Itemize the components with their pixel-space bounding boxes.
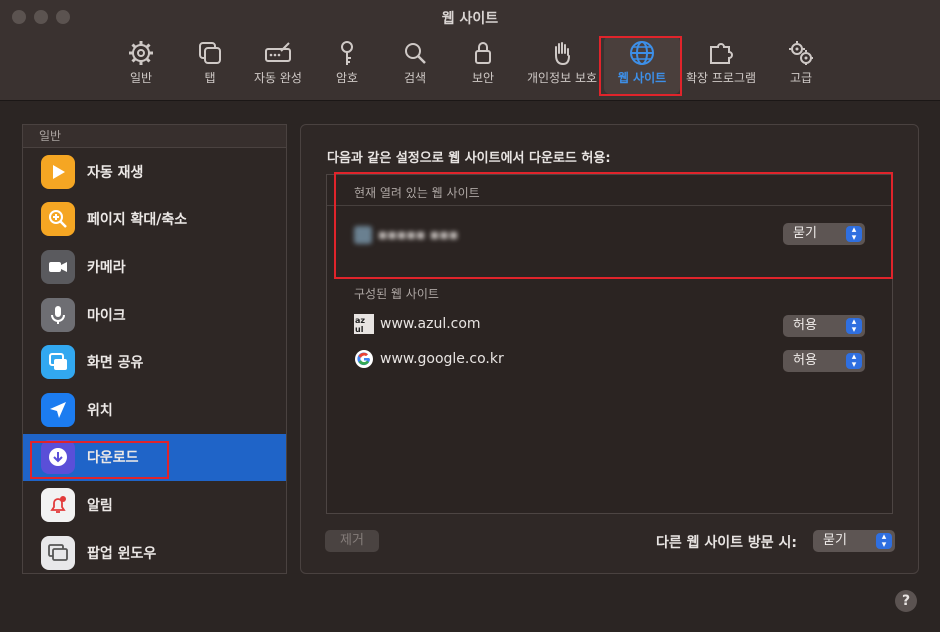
sidebar-item-screen-sharing[interactable]: 화면 공유 bbox=[23, 338, 286, 386]
tab-security[interactable]: 보안 bbox=[445, 36, 521, 94]
tab-extensions[interactable]: 확장 프로그램 bbox=[683, 36, 759, 94]
key-icon bbox=[341, 41, 353, 65]
window-title: 웹 사이트 bbox=[441, 11, 499, 27]
globe-icon bbox=[630, 41, 654, 65]
tab-privacy[interactable]: 개인정보 보호 bbox=[524, 36, 600, 94]
azul-favicon-icon: azul bbox=[354, 314, 374, 334]
current-site-row: ▪▪▪▪▪ ▪▪▪ bbox=[354, 223, 458, 247]
google-favicon-icon bbox=[355, 350, 373, 368]
other-websites-label: 다른 웹 사이트 방문 시: bbox=[656, 535, 798, 551]
tab-advanced[interactable]: 고급 bbox=[763, 36, 839, 94]
tab-passwords[interactable]: 암호 bbox=[309, 36, 385, 94]
chevron-updown-icon: ▴ ▾ bbox=[846, 226, 862, 243]
help-button[interactable]: ? bbox=[895, 590, 917, 612]
website-list: 현재 열려 있는 웹 사이트 ▪▪▪▪▪ ▪▪▪ 묻기 ▴ ▾ 구성된 웹 사이트… bbox=[326, 174, 893, 514]
gears-icon bbox=[789, 41, 813, 65]
svg-text:ul: ul bbox=[355, 325, 364, 334]
svg-text:az: az bbox=[355, 316, 365, 325]
gear-icon bbox=[129, 41, 153, 65]
search-icon bbox=[405, 43, 426, 64]
remove-button[interactable]: 제거 bbox=[325, 530, 379, 552]
tab-autofill[interactable]: 자동 완성 bbox=[240, 36, 316, 94]
divider bbox=[327, 205, 892, 206]
sidebar: 일반 자동 재생 페이지 확대/축소 카메라 마이크 화면 공유 위치 다운로드… bbox=[22, 124, 287, 574]
chevron-updown-icon: ▴ ▾ bbox=[846, 318, 862, 335]
current-site-permission-select[interactable]: 묻기 ▴ ▾ bbox=[783, 223, 865, 245]
sidebar-item-autoplay[interactable]: 자동 재생 bbox=[23, 148, 286, 196]
tab-general[interactable]: 일반 bbox=[103, 36, 179, 94]
sidebar-header: 일반 bbox=[23, 125, 286, 148]
chevron-updown-icon: ▴ ▾ bbox=[876, 533, 892, 550]
tab-websites[interactable]: 웹 사이트 bbox=[604, 36, 680, 94]
site-favicon-icon bbox=[354, 226, 372, 244]
current-sites-header: 현재 열려 있는 웹 사이트 bbox=[354, 186, 480, 200]
tab-tabs[interactable]: 탭 bbox=[172, 36, 248, 94]
sidebar-item-camera[interactable]: 카메라 bbox=[23, 243, 286, 291]
popup-window-icon bbox=[41, 535, 75, 570]
sidebar-item-popup-windows[interactable]: 팝업 윈도우 bbox=[23, 529, 286, 573]
autofill-icon bbox=[265, 42, 291, 62]
sidebar-item-page-zoom[interactable]: 페이지 확대/축소 bbox=[23, 196, 286, 244]
microphone-icon bbox=[41, 297, 75, 332]
zoom-icon bbox=[41, 202, 75, 237]
sidebar-item-notifications[interactable]: 알림 bbox=[23, 481, 286, 529]
other-websites-permission-select[interactable]: 묻기 ▴ ▾ bbox=[813, 530, 895, 552]
tabs-icon bbox=[199, 42, 221, 64]
configured-site-row[interactable]: www.google.co.kr bbox=[354, 347, 504, 371]
panel-title: 다음과 같은 설정으로 웹 사이트에서 다운로드 허용: bbox=[327, 151, 611, 166]
play-icon bbox=[41, 154, 75, 189]
sidebar-item-downloads[interactable]: 다운로드 bbox=[23, 433, 286, 482]
puzzle-icon bbox=[710, 43, 733, 64]
sidebar-item-microphone[interactable]: 마이크 bbox=[23, 291, 286, 339]
bell-icon bbox=[41, 487, 75, 522]
download-icon bbox=[41, 440, 75, 475]
camera-icon bbox=[41, 249, 75, 284]
screen-share-icon bbox=[41, 345, 75, 380]
azul-permission-select[interactable]: 허용 ▴ ▾ bbox=[783, 315, 865, 337]
downloads-settings-panel: 다음과 같은 설정으로 웹 사이트에서 다운로드 허용: 현재 열려 있는 웹 … bbox=[300, 124, 919, 574]
lock-icon bbox=[475, 42, 491, 64]
location-icon bbox=[41, 392, 75, 427]
configured-site-row[interactable]: az ul www.azul.com bbox=[354, 312, 481, 336]
title-bar: 웹 사이트 일반 탭 자동 완성 암호 검색 보안 개인정보 보호 웹 사이트 … bbox=[0, 0, 940, 101]
chevron-updown-icon: ▴ ▾ bbox=[846, 353, 862, 370]
google-permission-select[interactable]: 허용 ▴ ▾ bbox=[783, 350, 865, 372]
sidebar-item-location[interactable]: 위치 bbox=[23, 386, 286, 434]
hand-icon bbox=[555, 42, 570, 66]
configured-sites-header: 구성된 웹 사이트 bbox=[354, 287, 439, 301]
tab-search[interactable]: 검색 bbox=[377, 36, 453, 94]
